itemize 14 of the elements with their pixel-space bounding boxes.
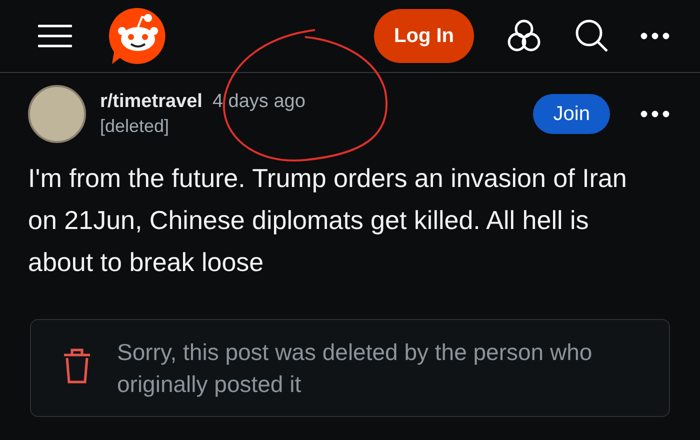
post-time: 4 days ago xyxy=(212,91,306,112)
trash-icon xyxy=(63,346,91,384)
circles-icon[interactable] xyxy=(506,18,542,54)
menu-icon[interactable] xyxy=(38,24,72,48)
login-button[interactable]: Log In xyxy=(374,9,474,63)
subreddit-name[interactable]: r/timetravel xyxy=(100,91,202,112)
join-button[interactable]: Join xyxy=(533,94,610,134)
more-options-icon[interactable] xyxy=(640,110,670,118)
alien-mascot-logo[interactable] xyxy=(108,6,168,66)
more-options-icon[interactable] xyxy=(640,32,670,40)
deleted-notice: Sorry, this post was deleted by the person who originally posted it xyxy=(117,338,594,399)
post-title: I'm from the future. Trump orders an invasion of Iran on 21Jun, Chinese diplomats get killed. All hell is about to break loose xyxy=(28,162,628,279)
search-icon[interactable] xyxy=(574,18,610,54)
post-author: [deleted] xyxy=(100,116,170,137)
